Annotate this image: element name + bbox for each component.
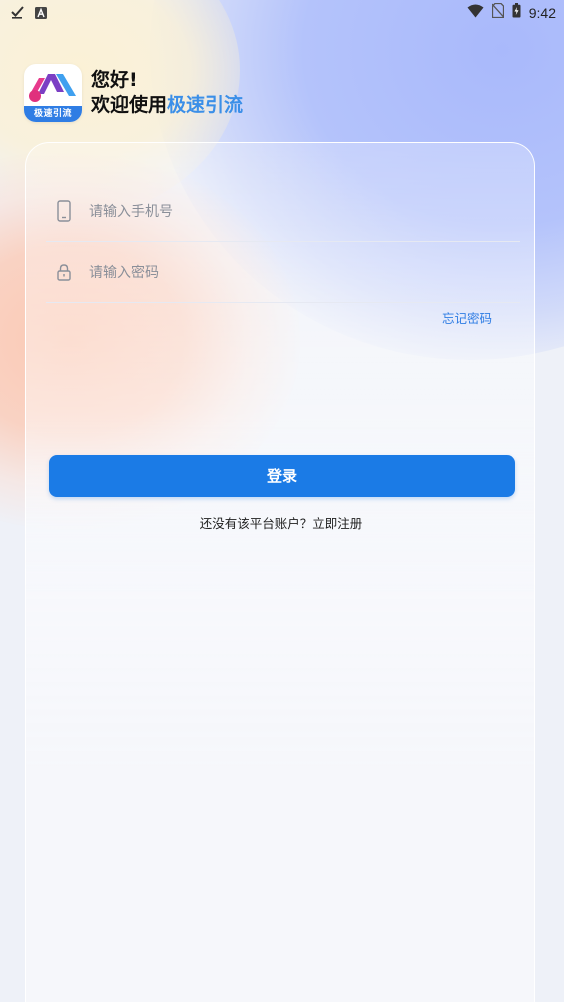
wifi-icon bbox=[467, 3, 484, 22]
battery-icon bbox=[512, 3, 521, 22]
lock-icon bbox=[53, 263, 75, 281]
password-input[interactable]: 请输入密码 bbox=[89, 262, 159, 282]
login-card: 请输入手机号 请输入密码 忘记密码 登录 还没有该平台账户？立即注册 bbox=[25, 142, 535, 1002]
phone-icon bbox=[53, 200, 75, 222]
status-time: 9:42 bbox=[528, 4, 556, 21]
greeting: 您好! 欢迎使用极速引流 bbox=[91, 68, 243, 118]
no-sim-icon bbox=[491, 2, 505, 22]
check-icon bbox=[11, 4, 25, 23]
phone-input[interactable]: 请输入手机号 bbox=[89, 201, 173, 221]
login-button[interactable]: 登录 bbox=[49, 455, 515, 497]
logo-text: 极速引流 bbox=[24, 106, 82, 122]
login-screen: 9:42 极速引流 您好! 欢迎使用极速引流 请输入手机号 请输入密码 忘记密码… bbox=[0, 0, 564, 1002]
forgot-password-link[interactable]: 忘记密码 bbox=[442, 308, 492, 327]
header: 极速引流 您好! 欢迎使用极速引流 bbox=[24, 64, 243, 122]
password-field[interactable]: 请输入密码 bbox=[46, 242, 520, 303]
status-bar: 9:42 bbox=[0, 0, 564, 24]
app-logo: 极速引流 bbox=[24, 64, 82, 122]
app-name: 极速引流 bbox=[167, 94, 244, 116]
register-link[interactable]: 还没有该平台账户？立即注册 bbox=[26, 513, 536, 532]
welcome-text: 欢迎使用极速引流 bbox=[91, 92, 243, 118]
phone-field[interactable]: 请输入手机号 bbox=[46, 181, 520, 242]
welcome-prefix: 欢迎使用 bbox=[91, 94, 168, 116]
font-a-icon bbox=[35, 4, 47, 23]
greeting-title: 您好! bbox=[91, 69, 138, 91]
